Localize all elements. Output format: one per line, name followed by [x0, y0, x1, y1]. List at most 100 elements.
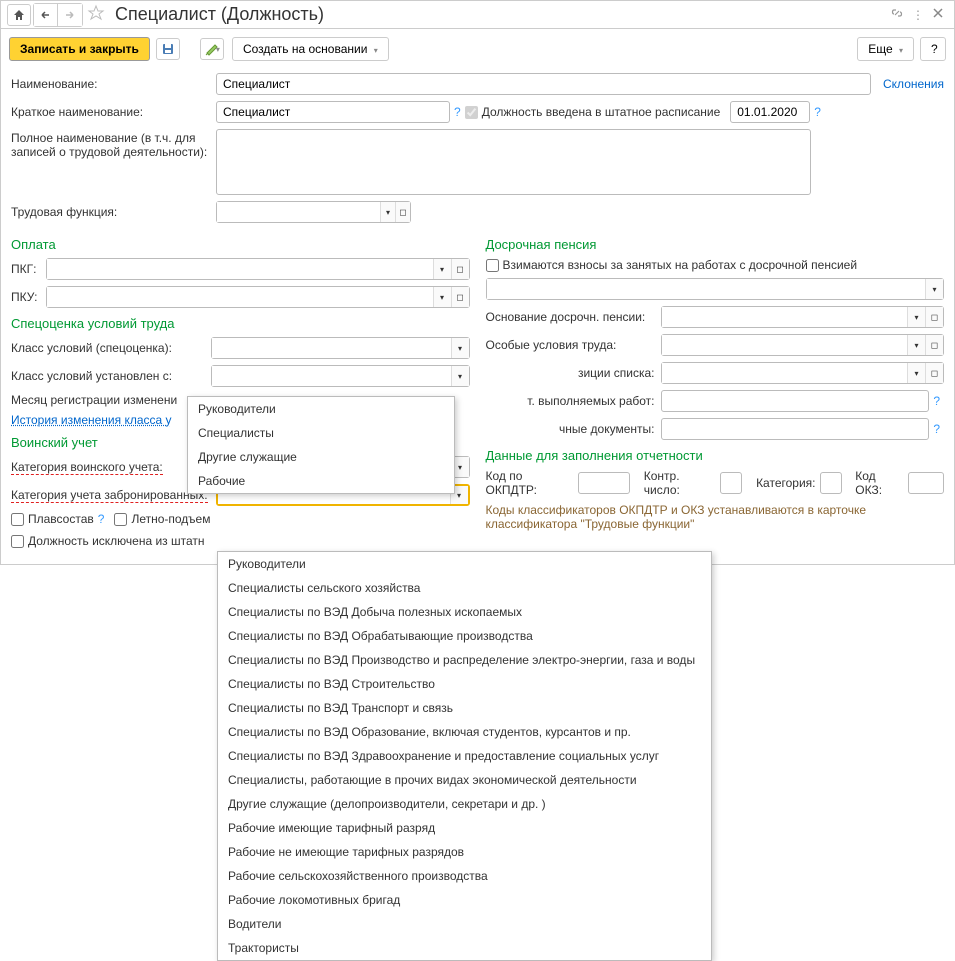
dropdown2-item[interactable]: Водители: [218, 912, 711, 936]
mil-category-label: Категория воинского учета:: [11, 460, 163, 475]
work-types-label: т. выполняемых работ:: [486, 394, 661, 408]
payment-header: Оплата: [11, 237, 470, 252]
dropdown2-item[interactable]: Специалисты по ВЭД Здравоохранение и пре…: [218, 744, 711, 768]
pku-label: ПКУ:: [11, 290, 46, 304]
link-icon[interactable]: [890, 6, 904, 23]
pkg-open[interactable]: ◻: [451, 259, 469, 279]
dropdown2-item[interactable]: Специалисты по ВЭД Транспорт и связь: [218, 696, 711, 720]
dropdown2-item[interactable]: Руководители: [218, 552, 711, 576]
check-num-input[interactable]: [720, 472, 742, 494]
dropdown2-item[interactable]: Рабочие сельскохозяйственного производст…: [218, 864, 711, 888]
full-name-textarea[interactable]: [216, 129, 811, 195]
window-title: Специалист (Должность): [115, 4, 324, 25]
dropdown2-item[interactable]: Рабочие не имеющие тарифных разрядов: [218, 840, 711, 864]
help-float[interactable]: ?: [98, 512, 105, 526]
excluded-checkbox[interactable]: [11, 535, 24, 548]
month-reg-label: Месяц регистрации изменени: [11, 393, 211, 407]
pku-input[interactable]: [47, 287, 433, 307]
help-button[interactable]: ?: [920, 37, 946, 61]
docs-input[interactable]: [661, 418, 930, 440]
basis-input[interactable]: [662, 307, 908, 327]
star-icon[interactable]: [87, 4, 105, 25]
create-based-button[interactable]: Создать на основании ▾: [232, 37, 389, 61]
spec-header: Спецоценка условий труда: [11, 316, 470, 331]
dropdown1-item[interactable]: Другие служащие: [188, 445, 454, 469]
history-link[interactable]: История изменения класса у: [11, 413, 172, 427]
okz-input[interactable]: [908, 472, 944, 494]
dropdown2-item[interactable]: Рабочие локомотивных бригад: [218, 888, 711, 912]
pension-class-input[interactable]: [487, 279, 926, 299]
declensions-link[interactable]: Склонения: [883, 77, 944, 91]
class-spec-label: Класс условий (спецоценка):: [11, 341, 211, 355]
home-button[interactable]: [7, 4, 31, 26]
toolbar: Записать и закрыть ▾ Создать на основани…: [1, 29, 954, 69]
list-pos-label: зиции списка:: [486, 366, 661, 380]
basis-open[interactable]: ◻: [925, 307, 943, 327]
list-pos-input[interactable]: [662, 363, 908, 383]
contributions-label: Взимаются взносы за занятых на работах с…: [503, 258, 858, 272]
forward-button[interactable]: [58, 4, 82, 26]
help-docs[interactable]: ?: [933, 422, 940, 436]
contributions-checkbox[interactable]: [486, 259, 499, 272]
special-cond-open[interactable]: ◻: [925, 335, 943, 355]
class-set-input[interactable]: [212, 366, 451, 386]
help-date[interactable]: ?: [814, 105, 821, 119]
basis-label: Основание досрочн. пенсии:: [486, 310, 661, 324]
class-set-label: Класс условий установлен с:: [11, 369, 211, 383]
category-input[interactable]: [820, 472, 842, 494]
class-spec-drop[interactable]: ▾: [451, 338, 469, 358]
dropdown1-item[interactable]: Специалисты: [188, 421, 454, 445]
highlight-button[interactable]: ▾: [200, 38, 224, 60]
pkg-drop[interactable]: ▾: [433, 259, 451, 279]
name-input[interactable]: [216, 73, 871, 95]
list-pos-open[interactable]: ◻: [925, 363, 943, 383]
more-button[interactable]: Еще ▾: [857, 37, 914, 61]
help-short-name[interactable]: ?: [454, 105, 461, 119]
name-label: Наименование:: [11, 77, 216, 91]
flight-label: Летно-подъем: [131, 512, 210, 526]
dropdown2-item[interactable]: Трактористы: [218, 936, 711, 960]
special-cond-drop[interactable]: ▾: [907, 335, 925, 355]
help-work-types[interactable]: ?: [933, 394, 940, 408]
pku-open[interactable]: ◻: [451, 287, 469, 307]
labor-func-input[interactable]: [217, 202, 380, 222]
pension-class-drop[interactable]: ▾: [925, 279, 943, 299]
dropdown2-item[interactable]: Специалисты по ВЭД Образование, включая …: [218, 720, 711, 744]
float-checkbox[interactable]: [11, 513, 24, 526]
dropdown2-item[interactable]: Специалисты, работающие в прочих видах э…: [218, 768, 711, 792]
labor-func-open-btn[interactable]: ◻: [395, 202, 410, 222]
close-button[interactable]: [932, 7, 944, 22]
back-button[interactable]: [34, 4, 58, 26]
special-cond-input[interactable]: [662, 335, 908, 355]
basis-drop[interactable]: ▾: [907, 307, 925, 327]
pku-drop[interactable]: ▾: [433, 287, 451, 307]
booked-category-dropdown: Руководители Специалисты сельского хозяй…: [217, 551, 712, 961]
category-label: Категория:: [756, 476, 815, 490]
check-num-label: Контр. число:: [644, 469, 717, 497]
okpdtr-input[interactable]: [578, 472, 630, 494]
pkg-input[interactable]: [47, 259, 433, 279]
save-button[interactable]: [156, 38, 180, 60]
save-close-button[interactable]: Записать и закрыть: [9, 37, 150, 61]
dropdown2-item[interactable]: Рабочие имеющие тарифный разряд: [218, 816, 711, 840]
dropdown2-item[interactable]: Специалисты по ВЭД Добыча полезных ископ…: [218, 600, 711, 624]
dropdown2-item[interactable]: Специалисты по ВЭД Обрабатывающие произв…: [218, 624, 711, 648]
date-input[interactable]: [730, 101, 810, 123]
menu-dots-icon[interactable]: ⋮: [912, 8, 924, 22]
dropdown1-item[interactable]: Руководители: [188, 397, 454, 421]
list-pos-drop[interactable]: ▾: [907, 363, 925, 383]
dropdown2-item[interactable]: Другие служащие (делопроизводители, секр…: [218, 792, 711, 816]
flight-checkbox[interactable]: [114, 513, 127, 526]
dropdown2-item[interactable]: Специалисты по ВЭД Производство и распре…: [218, 648, 711, 672]
special-cond-label: Особые условия труда:: [486, 338, 661, 352]
dropdown2-item[interactable]: Специалисты по ВЭД Строительство: [218, 672, 711, 696]
short-name-label: Краткое наименование:: [11, 105, 216, 119]
dropdown1-item[interactable]: Рабочие: [188, 469, 454, 493]
short-name-input[interactable]: [216, 101, 450, 123]
labor-func-dropdown-btn[interactable]: ▾: [380, 202, 395, 222]
work-types-input[interactable]: [661, 390, 930, 412]
staff-schedule-label: Должность введена в штатное расписание: [482, 105, 721, 119]
dropdown2-item[interactable]: Специалисты сельского хозяйства: [218, 576, 711, 600]
class-spec-input[interactable]: [212, 338, 451, 358]
class-set-drop[interactable]: ▾: [451, 366, 469, 386]
